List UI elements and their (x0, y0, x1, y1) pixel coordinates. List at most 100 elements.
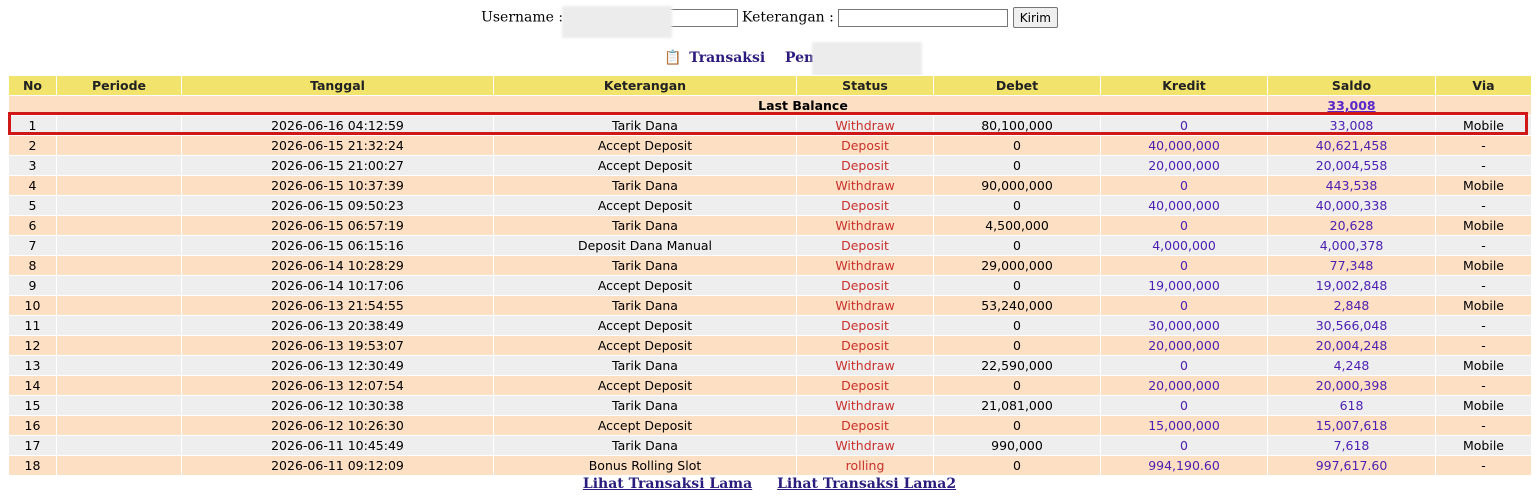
last-balance-row: Last Balance 33,008 (8, 95, 1532, 116)
cell-via: - (1435, 415, 1532, 436)
col-via: Via (1435, 75, 1532, 96)
cell-keterangan: Tarik Dana (493, 295, 797, 316)
cell-periode (56, 375, 182, 396)
cell-no: 10 (8, 295, 57, 316)
cell-no: 3 (8, 155, 57, 176)
cell-tanggal: 2026-06-11 09:12:09 (181, 455, 494, 476)
cell-kredit: 15,000,000 (1100, 415, 1268, 436)
col-no: No (8, 75, 57, 96)
cell-via: - (1435, 315, 1532, 336)
last-balance-label: Last Balance (8, 95, 1268, 116)
cell-via: Mobile (1435, 355, 1532, 376)
cell-saldo: 40,000,338 (1267, 195, 1436, 216)
cell-tanggal: 2026-06-15 21:32:24 (181, 135, 494, 156)
cell-via: Mobile (1435, 175, 1532, 196)
cell-saldo: 77,348 (1267, 255, 1436, 276)
lihat-transaksi-lama2-link[interactable]: Lihat Transaksi Lama2 (777, 476, 956, 492)
cell-periode (56, 435, 182, 456)
cell-keterangan: Deposit Dana Manual (493, 235, 797, 256)
cell-status: Withdraw (796, 255, 934, 276)
cell-tanggal: 2026-06-11 10:45:49 (181, 435, 494, 456)
cell-status: Deposit (796, 375, 934, 396)
cell-kredit: 4,000,000 (1100, 235, 1268, 256)
cell-periode (56, 295, 182, 316)
table-row: 13 2026-06-13 12:30:49 Tarik Dana Withdraw 2… (8, 355, 1532, 376)
cell-debet: 90,000,000 (933, 175, 1101, 196)
cell-tanggal: 2026-06-12 10:30:38 (181, 395, 494, 416)
cell-via: - (1435, 375, 1532, 396)
cell-kredit: 20,000,000 (1100, 155, 1268, 176)
cell-debet: 22,590,000 (933, 355, 1101, 376)
cell-periode (56, 255, 182, 276)
cell-tanggal: 2026-06-13 12:07:54 (181, 375, 494, 396)
cell-status: Deposit (796, 155, 934, 176)
col-status: Status (796, 75, 934, 96)
cell-tanggal: 2026-06-15 10:37:39 (181, 175, 494, 196)
cell-keterangan: Accept Deposit (493, 155, 797, 176)
lihat-transaksi-lama-link[interactable]: Lihat Transaksi Lama (583, 476, 752, 492)
cell-via: - (1435, 135, 1532, 156)
cell-status: Deposit (796, 315, 934, 336)
col-tanggal: Tanggal (181, 75, 494, 96)
cell-periode (56, 335, 182, 356)
cell-saldo: 997,617.60 (1267, 455, 1436, 476)
cell-kredit: 0 (1100, 435, 1268, 456)
cell-via: - (1435, 455, 1532, 476)
table-row: 11 2026-06-13 20:38:49 Accept Deposit Depos… (8, 315, 1532, 336)
cell-kredit: 0 (1100, 255, 1268, 276)
cell-via: Mobile (1435, 255, 1532, 276)
cell-saldo: 4,248 (1267, 355, 1436, 376)
cell-periode (56, 115, 182, 136)
cell-saldo: 15,007,618 (1267, 415, 1436, 436)
cell-no: 4 (8, 175, 57, 196)
kirim-button[interactable]: Kirim (1012, 7, 1058, 28)
cell-saldo: 20,004,558 (1267, 155, 1436, 176)
cell-kredit: 40,000,000 (1100, 135, 1268, 156)
cell-saldo: 40,621,458 (1267, 135, 1436, 156)
cell-no: 1 (8, 115, 57, 136)
cell-status: Deposit (796, 135, 934, 156)
cell-via: - (1435, 275, 1532, 296)
cell-keterangan: Tarik Dana (493, 395, 797, 416)
cell-kredit: 40,000,000 (1100, 195, 1268, 216)
table-header: No Periode Tanggal Keterangan Status Deb… (8, 75, 1532, 96)
cell-saldo: 19,002,848 (1267, 275, 1436, 296)
cell-no: 2 (8, 135, 57, 156)
cell-periode (56, 175, 182, 196)
cell-status: Deposit (796, 235, 934, 256)
cell-saldo: 4,000,378 (1267, 235, 1436, 256)
table-row: 1 2026-06-16 04:12:59 Tarik Dana Withdraw 80… (8, 115, 1532, 136)
cell-keterangan: Tarik Dana (493, 115, 797, 136)
keterangan-label: Keterangan : (742, 9, 834, 26)
cell-debet: 4,500,000 (933, 215, 1101, 236)
cell-debet: 0 (933, 135, 1101, 156)
cell-status: Withdraw (796, 395, 934, 416)
cell-periode (56, 395, 182, 416)
cell-debet: 0 (933, 455, 1101, 476)
cell-debet: 0 (933, 275, 1101, 296)
cell-debet: 0 (933, 195, 1101, 216)
cell-saldo: 443,538 (1267, 175, 1436, 196)
cell-keterangan: Accept Deposit (493, 315, 797, 336)
cell-kredit: 0 (1100, 295, 1268, 316)
keterangan-input[interactable] (838, 8, 1009, 27)
cell-periode (56, 415, 182, 436)
username-label: Username : (481, 9, 564, 26)
cell-via: - (1435, 335, 1532, 356)
cell-tanggal: 2026-06-15 06:15:16 (181, 235, 494, 256)
col-periode: Periode (56, 75, 182, 96)
search-form: Username : Keterangan : Kirim (0, 7, 1539, 28)
cell-kredit: 994,190.60 (1100, 455, 1268, 476)
col-kredit: Kredit (1100, 75, 1268, 96)
cell-via: Mobile (1435, 395, 1532, 416)
table-row: 4 2026-06-15 10:37:39 Tarik Dana Withdraw 90… (8, 175, 1532, 196)
cell-no: 15 (8, 395, 57, 416)
last-balance-empty (1435, 95, 1532, 116)
cell-status: rolling (796, 455, 934, 476)
cell-status: Withdraw (796, 295, 934, 316)
cell-periode (56, 195, 182, 216)
cell-no: 17 (8, 435, 57, 456)
cell-periode (56, 235, 182, 256)
table-row: 18 2026-06-11 09:12:09 Bonus Rolling Slot r… (8, 455, 1532, 476)
cell-keterangan: Accept Deposit (493, 195, 797, 216)
